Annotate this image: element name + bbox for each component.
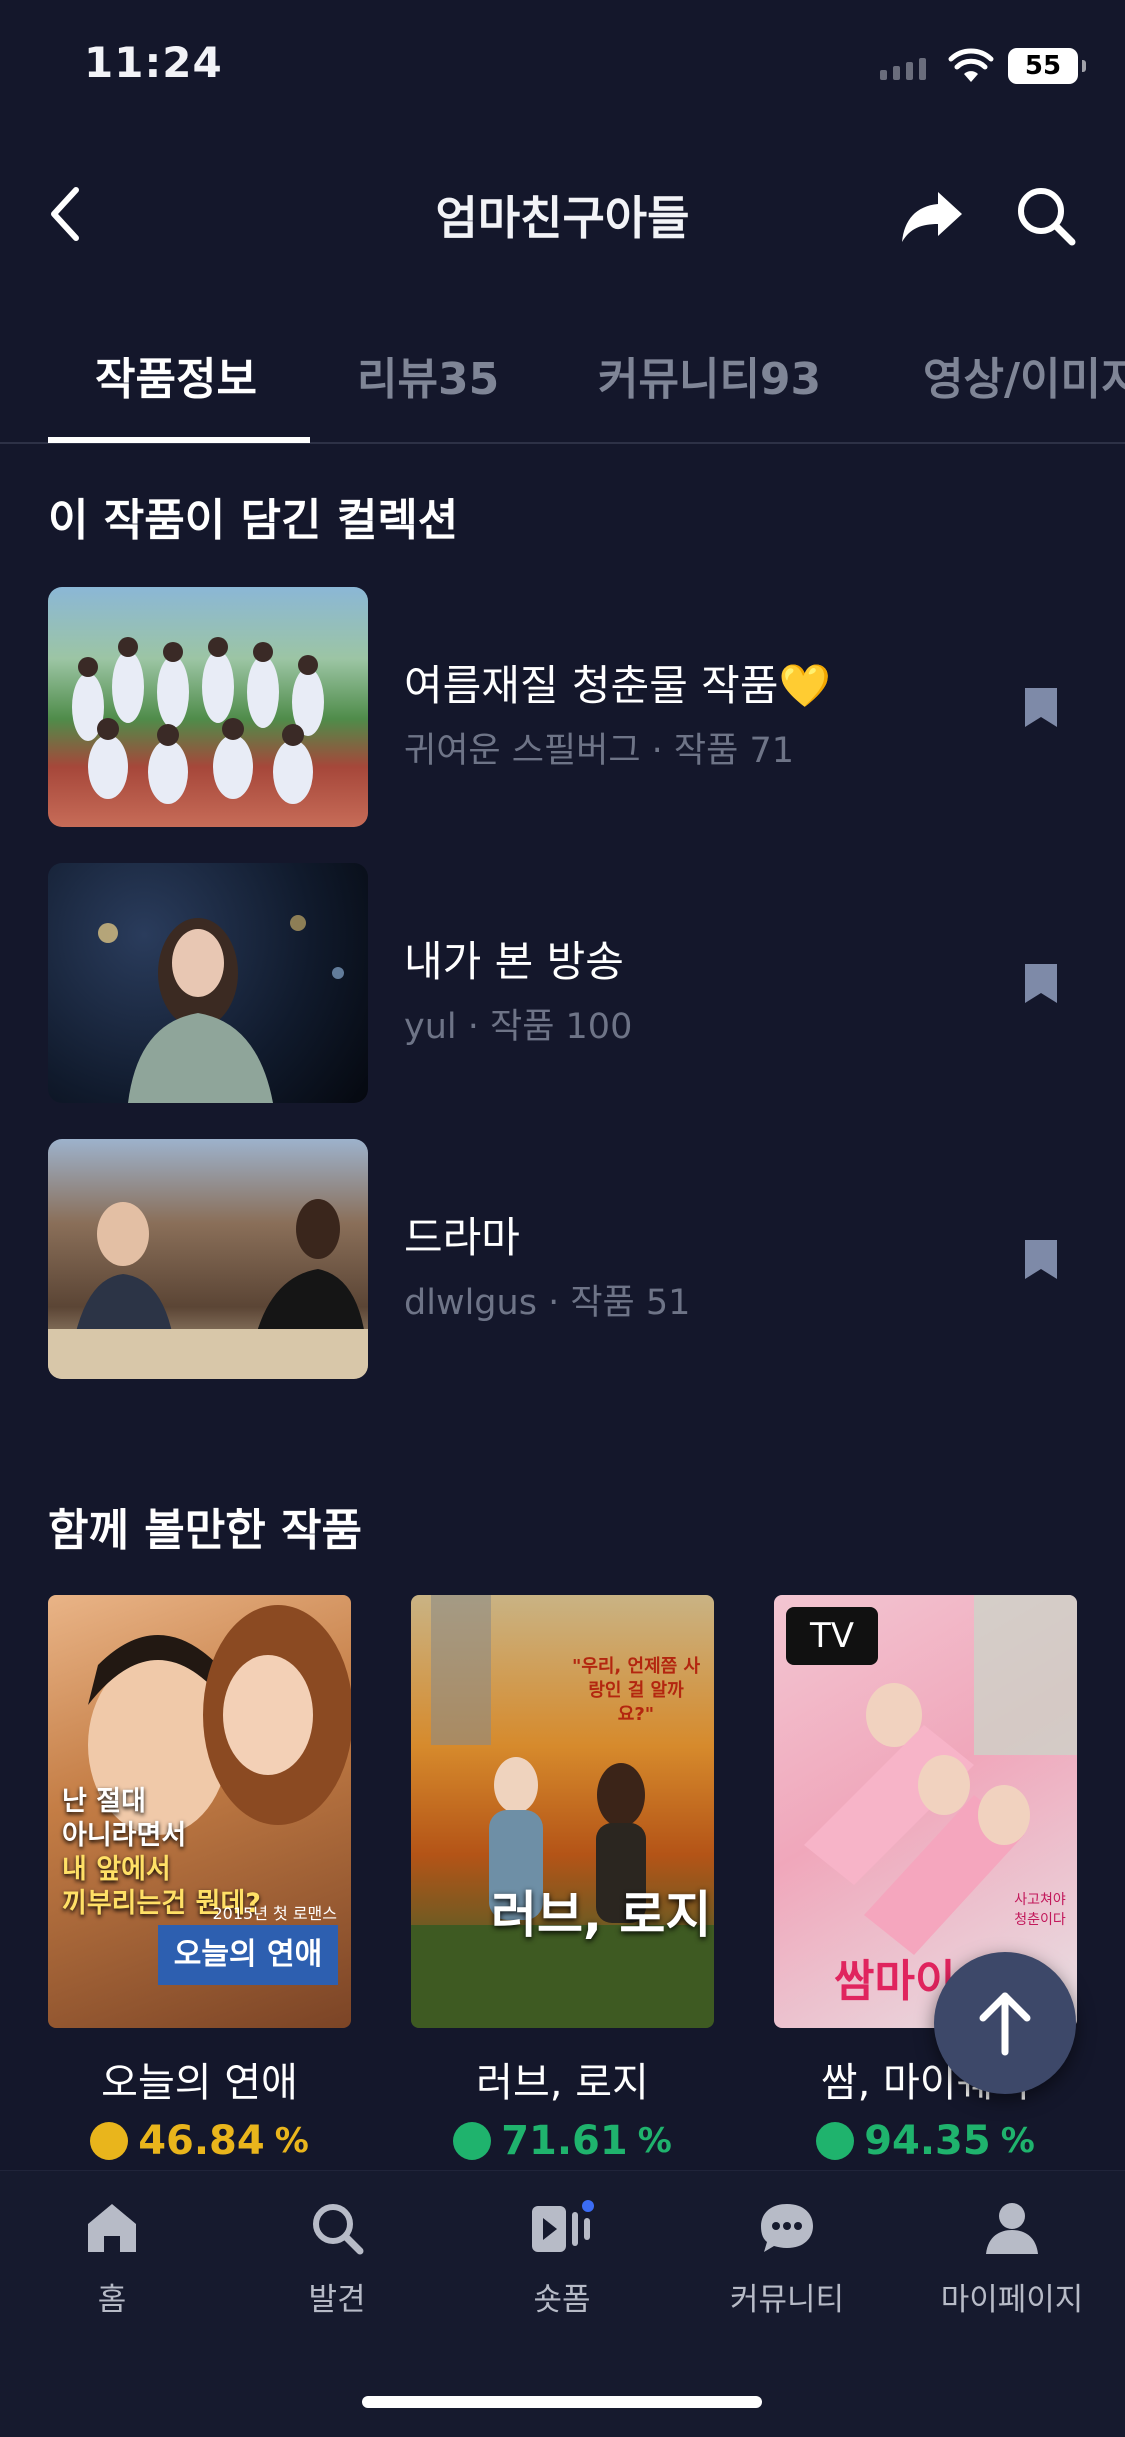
- scroll-to-top-button[interactable]: [934, 1952, 1076, 2094]
- nav-label: 커뮤니티: [729, 2282, 845, 2318]
- battery-icon: 55: [1008, 48, 1086, 84]
- recommend-section-title: 함께 볼만한 작품: [48, 1505, 362, 1556]
- poster-text: 2015년 첫 로맨스: [212, 1904, 338, 1923]
- nav-home[interactable]: 홈: [12, 2200, 212, 2319]
- collections-section-title: 이 작품이 담긴 컬렉션: [48, 495, 459, 546]
- rating-dot-icon: [816, 2122, 855, 2160]
- share-icon[interactable]: [900, 188, 964, 244]
- poster-text: 내 앞에서: [62, 1854, 171, 1885]
- poster-text: "우리, 언제쯤 사랑인 걸 알까요?": [571, 1656, 701, 1725]
- bookmark-icon[interactable]: [1022, 685, 1060, 729]
- rating-dot-icon: [453, 2122, 492, 2160]
- collection-thumbnail: [48, 587, 368, 827]
- match-rate: 71.61%: [411, 2118, 714, 2164]
- home-icon: [88, 2204, 136, 2252]
- nav-discover[interactable]: 발견: [237, 2200, 437, 2319]
- bookmark-icon[interactable]: [1022, 961, 1060, 1005]
- home-indicator: [362, 2396, 762, 2408]
- wifi-icon: [948, 48, 994, 82]
- bookmark-icon[interactable]: [1022, 1237, 1060, 1281]
- poster-logo: 러브, 로지: [491, 1886, 712, 1944]
- collection-thumbnail: [48, 1139, 368, 1379]
- arrow-up-icon: [979, 1992, 1031, 2056]
- nav-label: 홈: [97, 2282, 127, 2318]
- nav-label: 마이페이지: [940, 2282, 1084, 2318]
- nav-community[interactable]: 커뮤니티: [687, 2200, 887, 2319]
- poster-text: 난 절대: [62, 1786, 146, 1817]
- person-icon: [986, 2203, 1038, 2254]
- rating-dot-icon: [90, 2122, 129, 2160]
- collection-meta: yul · 작품 100: [404, 1007, 633, 1047]
- tab-reviews[interactable]: 리뷰35: [357, 343, 499, 407]
- collection-meta: dlwlgus · 작품 51: [404, 1283, 691, 1323]
- nav-mypage[interactable]: 마이페이지: [912, 2200, 1112, 2319]
- nav-shortform[interactable]: 숏폼: [462, 2200, 662, 2319]
- poster-logo: 오늘의 연애: [158, 1925, 338, 1985]
- search-icon[interactable]: [1014, 184, 1078, 248]
- tab-info[interactable]: 작품정보: [95, 343, 257, 407]
- collection-meta: 귀여운 스필버그 · 작품 71: [404, 731, 794, 771]
- poster-image[interactable]: 난 절대 아니라면서 내 앞에서 끼부리는건 뭔데? 2015년 첫 로맨스 오…: [48, 1595, 351, 2028]
- tab-media[interactable]: 영상/이미지: [923, 343, 1125, 407]
- cellular-signal-icon: [880, 58, 926, 80]
- match-rate: 94.35%: [774, 2118, 1077, 2164]
- nav-label: 숏폼: [533, 2282, 591, 2318]
- match-rate: 46.84%: [48, 2118, 351, 2164]
- new-badge-dot: [582, 2200, 594, 2212]
- nav-label: 발견: [308, 2282, 366, 2318]
- recommend-title[interactable]: 러브, 로지: [411, 2050, 714, 2108]
- collection-title: 내가 본 방송: [404, 937, 624, 986]
- poster-text: 사고쳐야 청춘이다: [1014, 1892, 1066, 1928]
- collection-title: 드라마: [404, 1213, 520, 1262]
- status-time: 11:24: [84, 38, 223, 87]
- poster-text: 아니라면서: [62, 1820, 187, 1851]
- chat-icon: [761, 2204, 813, 2252]
- search-icon: [313, 2204, 364, 2255]
- recommend-title[interactable]: 오늘의 연애: [48, 2050, 351, 2108]
- poster-image[interactable]: "우리, 언제쯤 사랑인 걸 알까요?" 러브, 로지: [411, 1595, 714, 2028]
- tab-community[interactable]: 커뮤니티93: [598, 343, 821, 407]
- active-tab-indicator: [48, 437, 310, 443]
- collection-title: 여름재질 청춘물 작품💛: [404, 661, 831, 710]
- shortform-icon: [532, 2200, 594, 2252]
- collection-thumbnail: [48, 863, 368, 1103]
- tv-badge: TV: [786, 1607, 878, 1665]
